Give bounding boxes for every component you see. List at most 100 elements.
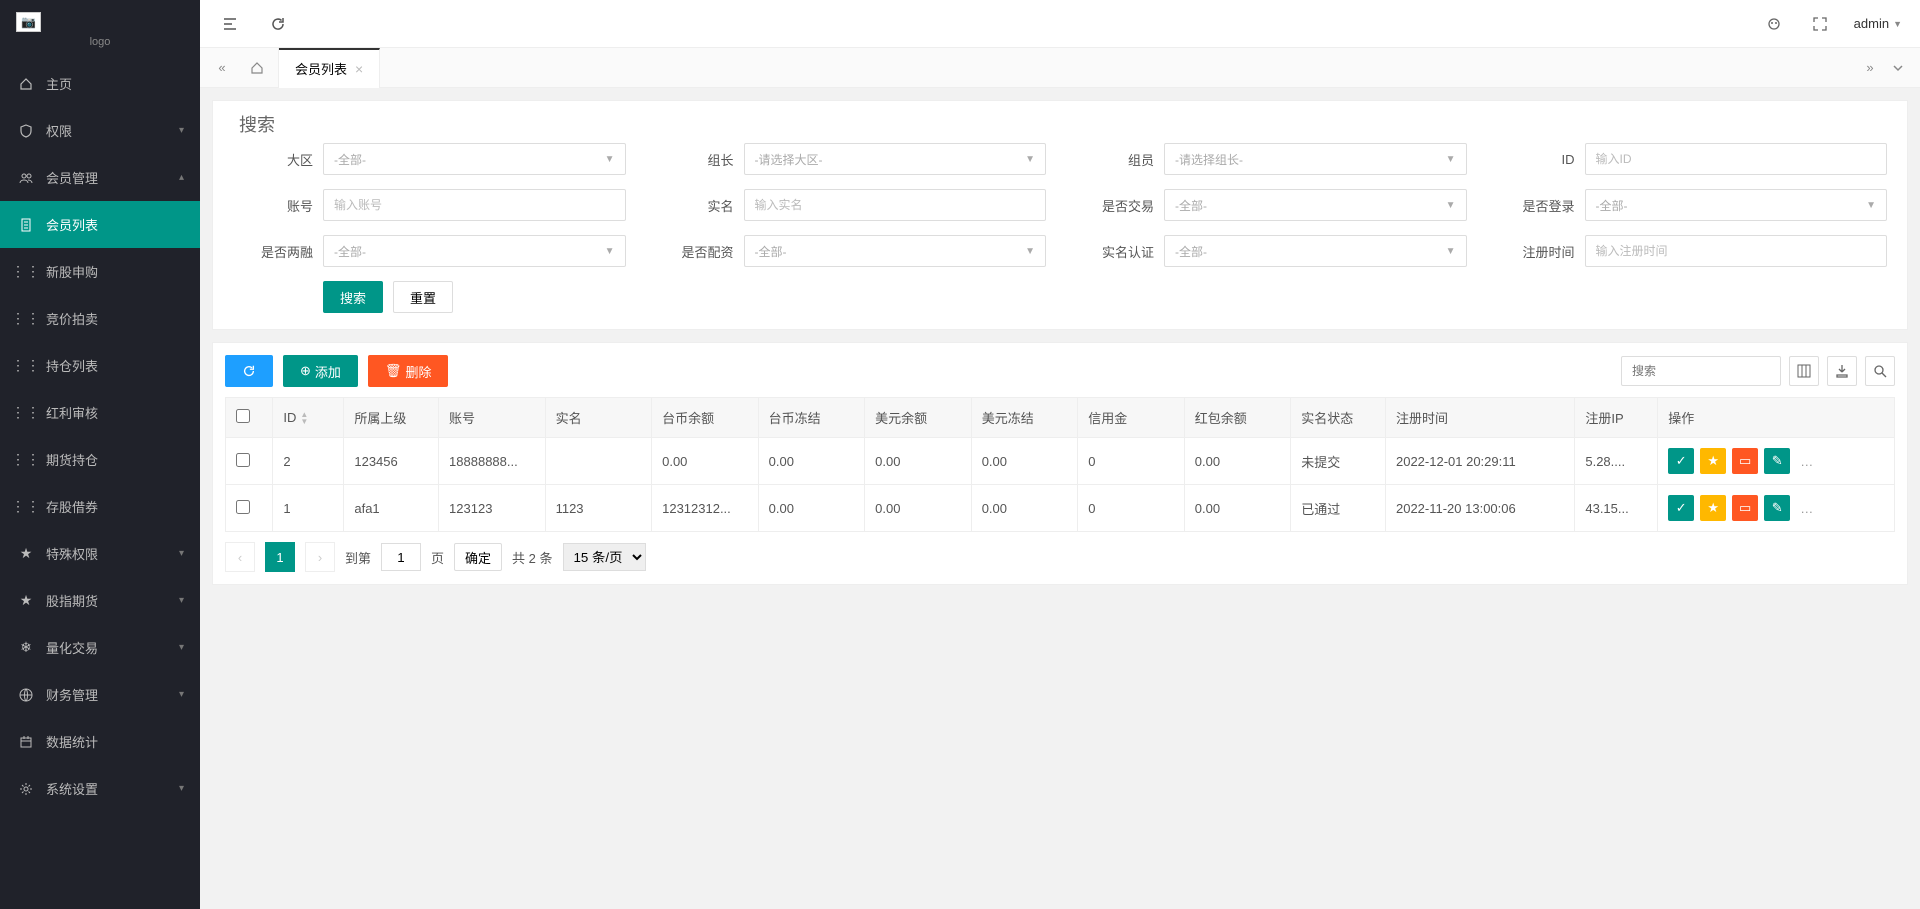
- sidebar-item-11[interactable]: ★股指期货▾: [0, 577, 200, 624]
- account-input[interactable]: [323, 189, 626, 221]
- more-button[interactable]: …: [1796, 501, 1817, 516]
- verified-select[interactable]: -全部-▼: [1164, 235, 1467, 267]
- search-field-margin: 是否两融-全部-▼: [233, 235, 626, 267]
- member-select[interactable]: -请选择组长-▼: [1164, 143, 1467, 175]
- row-checkbox[interactable]: [236, 453, 250, 467]
- approve-button[interactable]: ✓: [1668, 495, 1694, 521]
- sidebar-item-7[interactable]: ⋮⋮红利审核: [0, 389, 200, 436]
- per-page-select[interactable]: 15 条/页: [563, 543, 646, 571]
- delete-button[interactable]: 🗑 删除: [368, 355, 449, 387]
- sidebar-item-label: 会员列表: [46, 215, 98, 234]
- page-prev-button[interactable]: ‹: [225, 542, 255, 572]
- tab-label: 会员列表: [295, 59, 347, 78]
- search-field-allocation: 是否配资-全部-▼: [654, 235, 1047, 267]
- sort-icon[interactable]: ▲▼: [300, 411, 308, 425]
- page-1-button[interactable]: 1: [265, 542, 295, 572]
- more-button[interactable]: …: [1796, 454, 1817, 469]
- sidebar-item-14[interactable]: 数据统计: [0, 718, 200, 765]
- reset-button[interactable]: 重置: [393, 281, 453, 313]
- sidebar-item-6[interactable]: ⋮⋮持仓列表: [0, 342, 200, 389]
- goto-label: 到第: [345, 548, 371, 567]
- tabs-bar: « 会员列表 × »: [200, 48, 1920, 88]
- sidebar-item-1[interactable]: 权限▾: [0, 107, 200, 154]
- tab-home[interactable]: [236, 48, 279, 88]
- sidebar-item-8[interactable]: ⋮⋮期货持仓: [0, 436, 200, 483]
- sidebar-item-9[interactable]: ⋮⋮存股借券: [0, 483, 200, 530]
- sidebar-item-13[interactable]: 财务管理▾: [0, 671, 200, 718]
- edit-button[interactable]: ✎: [1764, 495, 1790, 521]
- edit-button[interactable]: ✎: [1764, 448, 1790, 474]
- sidebar-item-10[interactable]: ★特殊权限▾: [0, 530, 200, 577]
- table-search-input[interactable]: [1621, 356, 1781, 386]
- sidebar-item-3[interactable]: 会员列表: [0, 201, 200, 248]
- select-all-checkbox[interactable]: [236, 409, 250, 423]
- chevron-down-icon: ▼: [1866, 200, 1876, 211]
- star-button[interactable]: ★: [1700, 495, 1726, 521]
- tabs-next-button[interactable]: »: [1856, 54, 1884, 82]
- wallet-button[interactable]: ▭: [1732, 448, 1758, 474]
- sidebar-item-0[interactable]: 主页: [0, 60, 200, 107]
- cell-parent: afa1: [344, 485, 439, 532]
- tabs-prev-button[interactable]: «: [208, 54, 236, 82]
- chevron-down-icon: ▼: [1025, 246, 1035, 257]
- sidebar-item-12[interactable]: ❄量化交易▾: [0, 624, 200, 671]
- refresh-icon[interactable]: [266, 12, 290, 36]
- refresh-button[interactable]: [225, 355, 273, 387]
- cell-credit: 0: [1078, 438, 1185, 485]
- sidebar-item-2[interactable]: 会员管理 ▴: [0, 154, 200, 201]
- fullscreen-icon[interactable]: [1808, 12, 1832, 36]
- chevron-down-icon: ▼: [605, 246, 615, 257]
- page-confirm-button[interactable]: 确定: [454, 543, 502, 571]
- theme-icon[interactable]: [1762, 12, 1786, 36]
- leader-select[interactable]: -请选择大区-▼: [744, 143, 1047, 175]
- search-button[interactable]: 搜索: [323, 281, 383, 313]
- col-reg-ip: 注册IP: [1575, 398, 1658, 438]
- add-button[interactable]: ⊕ 添加: [283, 355, 358, 387]
- page-input[interactable]: [381, 543, 421, 571]
- page-next-button[interactable]: ›: [305, 542, 335, 572]
- shield-icon: [18, 123, 34, 139]
- col-usd-frozen: 美元冻结: [971, 398, 1078, 438]
- allocation-select[interactable]: -全部-▼: [744, 235, 1047, 267]
- chevron-down-icon: ▼: [1446, 154, 1456, 165]
- sidebar-item-label: 数据统计: [46, 732, 98, 751]
- close-icon[interactable]: ×: [355, 61, 363, 77]
- logged-select[interactable]: -全部-▼: [1585, 189, 1888, 221]
- id-input[interactable]: [1585, 143, 1888, 175]
- pagination: ‹ 1 › 到第 页 确定 共 2 条 15 条/页: [225, 542, 1895, 572]
- sidebar-item-15[interactable]: 系统设置▾: [0, 765, 200, 812]
- export-icon[interactable]: [1827, 356, 1857, 386]
- columns-icon[interactable]: [1789, 356, 1819, 386]
- realname-label: 实名: [654, 196, 734, 215]
- collapse-sidebar-icon[interactable]: [218, 12, 242, 36]
- search-field-logged: 是否登录-全部-▼: [1495, 189, 1888, 221]
- sidebar: 📷 logo 主页权限▾会员管理▴会员列表⋮⋮新股申购⋮⋮竞价拍卖⋮⋮持仓列表⋮…: [0, 0, 200, 909]
- regtime-input[interactable]: [1585, 235, 1888, 267]
- search-field-verified: 实名认证-全部-▼: [1074, 235, 1467, 267]
- table-panel: ⊕ 添加 🗑 删除: [212, 342, 1908, 585]
- chevron-down-icon: ▾: [179, 642, 184, 653]
- calendar-icon: [18, 734, 34, 750]
- wallet-button[interactable]: ▭: [1732, 495, 1758, 521]
- search-title: 搜索: [233, 111, 1887, 137]
- search-icon[interactable]: [1865, 356, 1895, 386]
- traded-select[interactable]: -全部-▼: [1164, 189, 1467, 221]
- star-button[interactable]: ★: [1700, 448, 1726, 474]
- col-redpack: 红包余额: [1184, 398, 1291, 438]
- realname-input[interactable]: [744, 189, 1047, 221]
- sidebar-item-5[interactable]: ⋮⋮竞价拍卖: [0, 295, 200, 342]
- user-name-label: admin: [1854, 16, 1889, 31]
- row-checkbox[interactable]: [236, 500, 250, 514]
- tabs-menu-button[interactable]: [1884, 54, 1912, 82]
- users-icon: [18, 170, 34, 186]
- table-row: 2 123456 18888888... 0.00 0.00 0.00 0.00…: [226, 438, 1895, 485]
- chevron-up-icon: ▴: [179, 172, 184, 183]
- user-menu[interactable]: admin ▼: [1854, 16, 1902, 31]
- margin-select[interactable]: -全部-▼: [323, 235, 626, 267]
- search-field-leader: 组长-请选择大区-▼: [654, 143, 1047, 175]
- tab-member-list[interactable]: 会员列表 ×: [279, 48, 380, 88]
- approve-button[interactable]: ✓: [1668, 448, 1694, 474]
- sidebar-item-label: 会员管理: [46, 168, 98, 187]
- sidebar-item-4[interactable]: ⋮⋮新股申购: [0, 248, 200, 295]
- region-select[interactable]: -全部-▼: [323, 143, 626, 175]
